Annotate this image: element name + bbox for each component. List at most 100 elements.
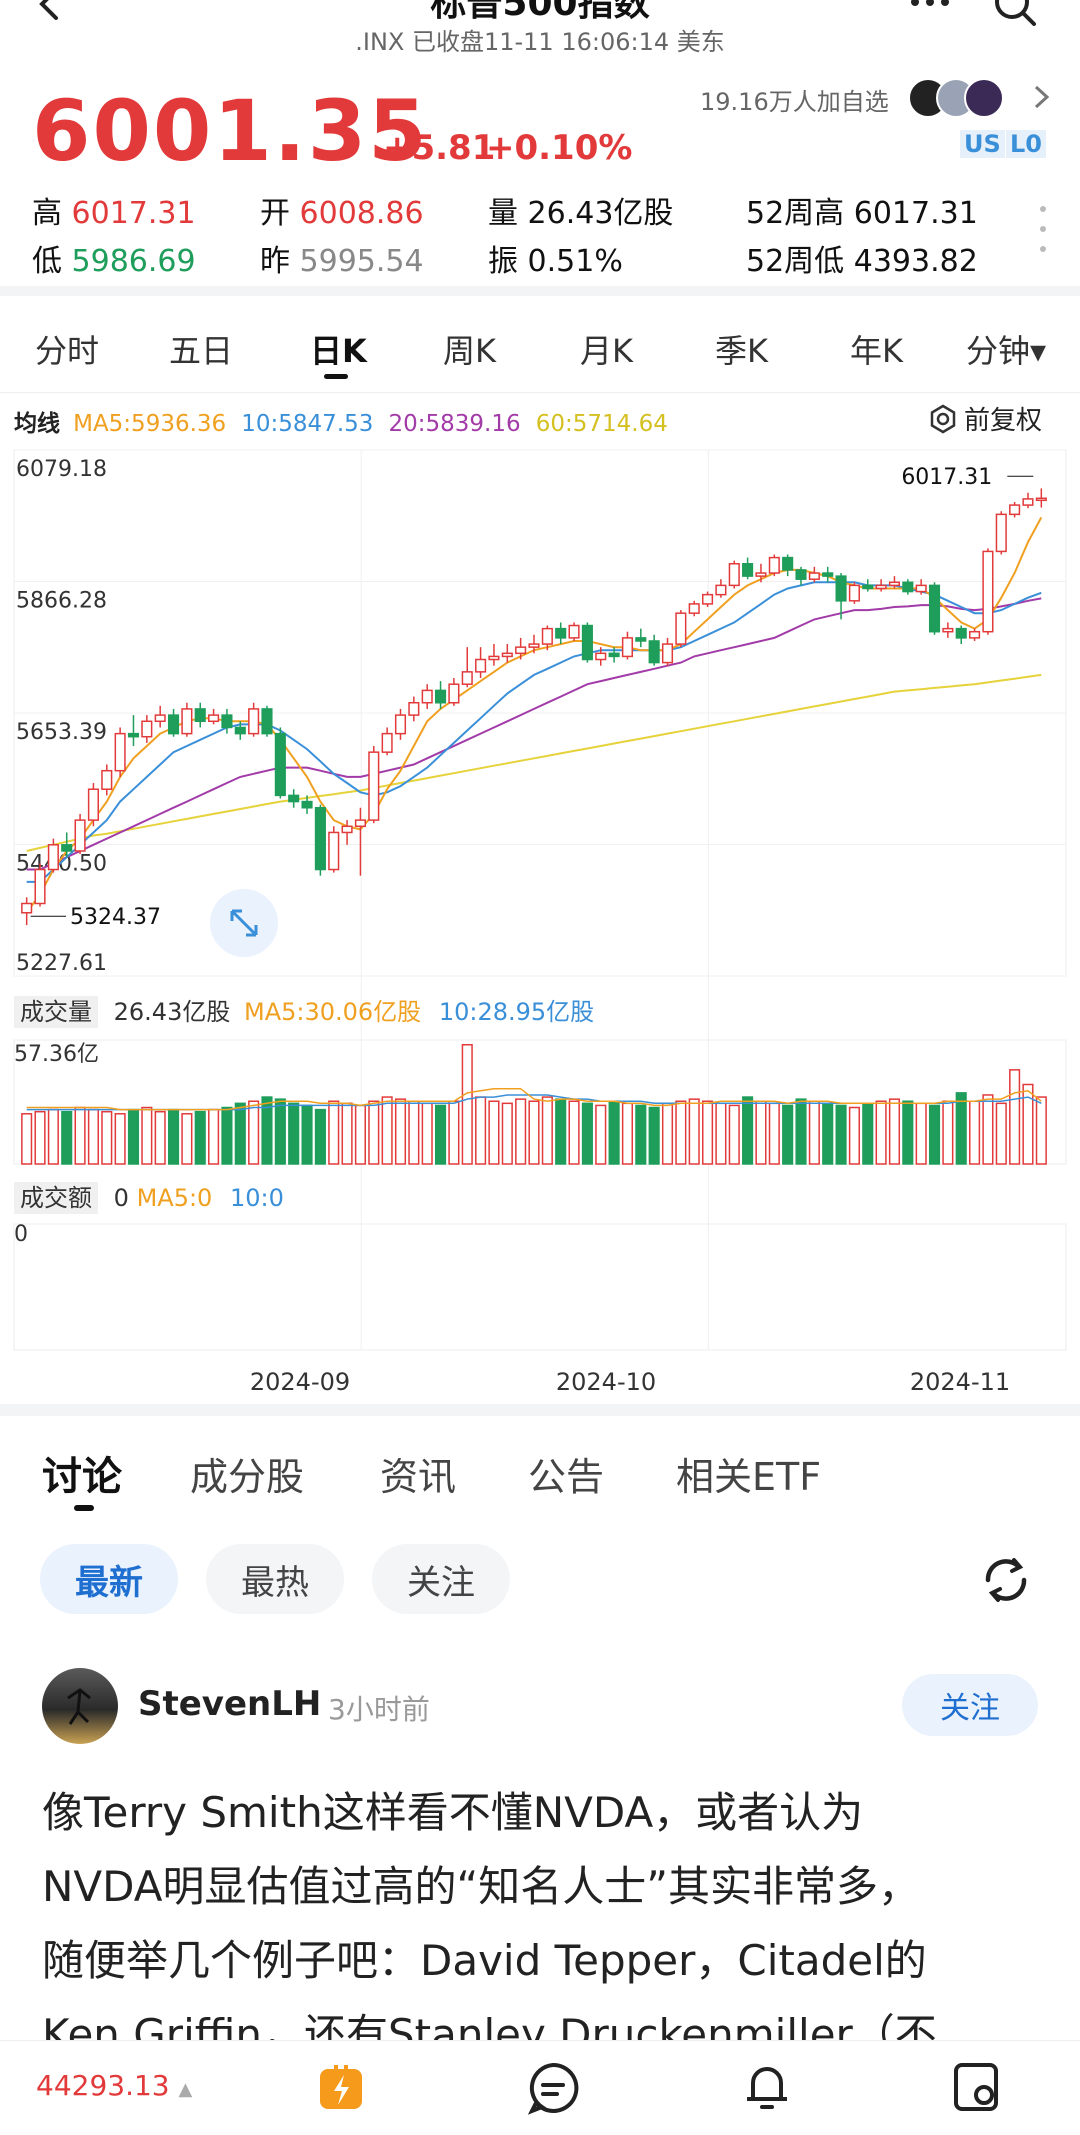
candle-body: [434, 689, 447, 704]
turnover-ma10: 10:0: [229, 1184, 284, 1212]
volume-bar: [1009, 1069, 1021, 1165]
filter-hot[interactable]: 最热: [206, 1544, 344, 1614]
turnover-value: 0: [113, 1184, 129, 1212]
more-stats-handle-icon[interactable]: [1038, 204, 1048, 254]
filter-following[interactable]: 关注: [372, 1544, 510, 1614]
volume-bar: [888, 1098, 901, 1165]
volume-bar: [808, 1100, 820, 1165]
candle-body: [421, 689, 433, 704]
stat-high: 高 6017.31: [32, 188, 196, 232]
ma5-value: MA5:5936.36: [73, 411, 227, 437]
candle-body: [742, 563, 754, 577]
volume-bar: [555, 1098, 567, 1165]
section-tab-constituents[interactable]: 成分股: [190, 1446, 304, 1501]
watchlist-edit-icon[interactable]: [950, 2059, 1006, 2115]
candlestick-chart[interactable]: 6079.18 5866.28 5653.39 5440.50 5227.61 6017.…: [0, 440, 1080, 1440]
ma60-value: 60:5714.64: [535, 411, 668, 437]
candle-body: [208, 714, 220, 723]
stat-value: 0.51%: [527, 244, 623, 279]
tab-monthly-k[interactable]: 月K: [580, 326, 633, 372]
candle-body: [341, 825, 353, 834]
tab-weekly-k[interactable]: 周K: [443, 326, 496, 372]
candle-body: [728, 563, 740, 587]
candle-body: [394, 714, 407, 735]
volume-bar: [274, 1098, 286, 1165]
more-icon[interactable]: [905, 0, 955, 22]
section-tab-related-etf[interactable]: 相关ETF: [676, 1446, 821, 1501]
candle-body: [181, 708, 193, 735]
search-icon[interactable]: [990, 0, 1040, 36]
volume-bar: [421, 1102, 433, 1165]
tab-daily-k[interactable]: 日K: [310, 326, 367, 372]
candle-body: [969, 630, 981, 639]
tab-five-day[interactable]: 五日: [169, 326, 233, 372]
watchers-count[interactable]: 19.16万人加自选: [700, 82, 889, 117]
tab-minute-dropdown[interactable]: 分钟▾: [966, 326, 1046, 372]
candle-body: [74, 819, 86, 852]
stat-open: 开 6008.86: [260, 188, 424, 232]
stat-label: 振: [488, 244, 518, 279]
volume-bar: [101, 1110, 113, 1165]
page-subtitle: .INX 已收盘11-11 16:06:14 美东: [355, 28, 725, 56]
back-icon[interactable]: [30, 0, 70, 26]
candle-body: [194, 708, 206, 723]
candle-body: [795, 569, 807, 580]
filter-latest[interactable]: 最新: [40, 1544, 178, 1614]
tab-quarterly-k[interactable]: 季K: [715, 326, 768, 372]
index-ticker-value: 44293.13: [36, 2069, 170, 2102]
tab-intraday[interactable]: 分时: [35, 326, 99, 372]
follow-button[interactable]: 关注: [902, 1674, 1038, 1736]
candle-body: [995, 513, 1007, 553]
volume-bar: [208, 1108, 220, 1165]
post-author[interactable]: StevenLH: [138, 1684, 321, 1724]
stat-52w-high: 52周高 6017.31: [746, 188, 978, 232]
index-ticker[interactable]: 44293.13 ▲: [36, 2069, 192, 2102]
stat-low: 低 5986.69: [32, 236, 196, 280]
refresh-icon[interactable]: [978, 1552, 1034, 1608]
section-tab-discussion[interactable]: 讨论: [42, 1444, 122, 1502]
candle-body: [822, 572, 834, 577]
bell-icon[interactable]: [740, 2059, 794, 2115]
volume-bar: [848, 1106, 860, 1165]
adjust-toggle[interactable]: 前复权: [928, 400, 1042, 437]
comment-icon[interactable]: [526, 2061, 580, 2115]
volume-bar: [475, 1096, 487, 1165]
candle-body: [808, 572, 820, 580]
y-tick-label: 5227.61: [16, 951, 107, 976]
tab-yearly-k[interactable]: 年K: [850, 326, 903, 372]
stat-value: 26.43亿股: [527, 196, 674, 231]
bottom-toolbar: 44293.13 ▲: [0, 2040, 1080, 2135]
volume-label[interactable]: 成交量: [14, 996, 98, 1028]
section-tab-announcements[interactable]: 公告: [528, 1446, 604, 1501]
volume-bar: [248, 1100, 260, 1165]
candle-body: [234, 726, 246, 735]
turnover-label[interactable]: 成交额: [14, 1182, 98, 1214]
chevron-right-icon[interactable]: [1030, 82, 1054, 112]
stat-value: 4393.82: [853, 244, 978, 279]
candle-body: [862, 584, 874, 590]
x-tick-label: 2024-10: [556, 1368, 656, 1396]
avatar[interactable]: [42, 1668, 118, 1744]
turnover-ma5: MA5:0: [136, 1184, 213, 1212]
candle-body: [301, 800, 313, 809]
candle-body: [314, 806, 326, 871]
volume-bar: [328, 1100, 340, 1165]
active-tab-indicator: [324, 374, 348, 379]
section-tab-news[interactable]: 资讯: [380, 1446, 456, 1501]
watcher-avatars[interactable]: [908, 74, 1018, 118]
flash-trade-icon[interactable]: [316, 2061, 366, 2111]
filter-hot-label: 最热: [241, 1562, 309, 1603]
candle-body: [648, 640, 660, 664]
candle-body: [541, 627, 553, 645]
volume-bar: [434, 1104, 447, 1165]
ma10-value: 10:5847.53: [241, 411, 374, 437]
volume-bar: [47, 1108, 59, 1165]
candle-body: [87, 788, 99, 821]
candle-body: [101, 769, 113, 790]
volume-bar: [368, 1100, 380, 1165]
stat-amplitude: 振 0.51%: [488, 236, 623, 280]
volume-bar: [982, 1094, 994, 1165]
volume-bar: [34, 1110, 46, 1165]
candle-body: [715, 584, 727, 596]
candle-body: [702, 593, 714, 605]
